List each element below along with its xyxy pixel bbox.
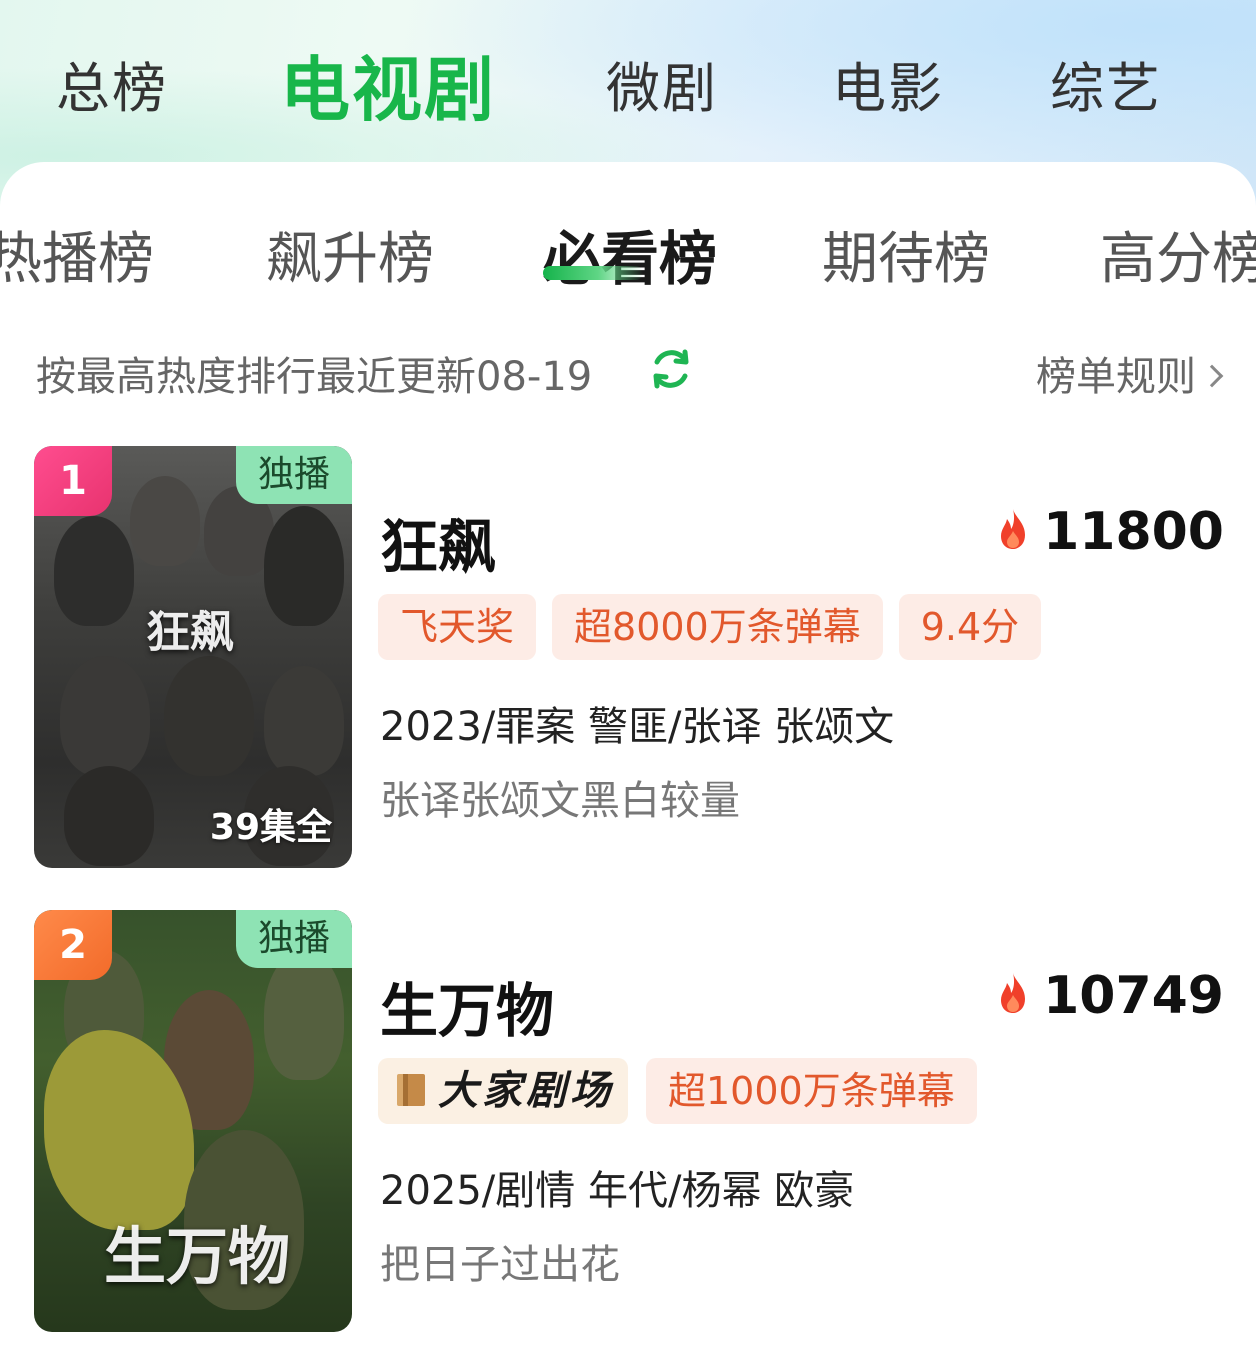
poster-title-text: 生万物 <box>104 1220 291 1293</box>
item-title[interactable]: 狂飙 <box>380 500 496 584</box>
active-tab-indicator <box>543 266 643 280</box>
sort-update-text: 按最高热度排行最近更新08-19 <box>36 354 593 400</box>
subtab-high-score[interactable]: 高分榜 <box>1100 214 1256 295</box>
item-meta: 2023/罪案 警匪/张译 张颂文 <box>380 704 895 750</box>
subtab-must-watch[interactable]: 必看榜 <box>543 212 717 296</box>
item-meta: 2025/剧情 年代/杨幂 欧豪 <box>380 1168 855 1214</box>
award-tag: 飞天奖 <box>378 594 537 660</box>
heat-value: 11800 <box>1043 502 1224 562</box>
danmaku-tag: 超8000万条弹幕 <box>552 594 883 660</box>
flame-icon <box>1001 973 1026 1013</box>
tab-movie[interactable]: 电影 <box>832 44 944 123</box>
tab-overall[interactable]: 总榜 <box>56 44 168 123</box>
exclusive-badge: 独播 <box>236 910 352 968</box>
tag-row: 大家剧场 超1000万条弹幕 <box>378 1058 993 1126</box>
theater-tag-label: 大家剧场 <box>438 1067 614 1114</box>
main-category-tabs: 总榜 电视剧 微剧 电影 综艺 <box>0 0 1256 160</box>
item-description: 张译张颂文黑白较量 <box>380 778 740 824</box>
poster-image[interactable]: 生万物 2 独播 <box>34 910 352 1332</box>
heat-score: 11800 <box>997 502 1224 562</box>
ranking-rules-label: 榜单规则 <box>1036 354 1196 400</box>
score-tag: 9.4分 <box>898 594 1042 660</box>
exclusive-badge: 独播 <box>236 446 352 504</box>
book-icon <box>397 1074 425 1106</box>
ranking-rules-link[interactable]: 榜单规则 <box>1036 344 1224 402</box>
ranking-panel: 热播榜 飙升榜 必看榜 期待榜 高分榜 按最高热度排行最近更新08-19 榜单规… <box>0 162 1256 1364</box>
theater-tag: 大家剧场 <box>378 1058 628 1124</box>
ranking-item[interactable]: 生万物 2 独播 生万物 10749 大家剧场 超1000万条弹幕 2025/剧… <box>34 910 1224 1334</box>
item-description: 把日子过出花 <box>380 1242 620 1288</box>
ranking-info-row: 按最高热度排行最近更新08-19 榜单规则 <box>36 344 1226 400</box>
ranking-item[interactable]: 狂飙 1 独播 39集全 狂飙 11800 飞天奖 超8000万条弹幕 9.4分 2… <box>34 446 1224 870</box>
tag-row: 飞天奖 超8000万条弹幕 9.4分 <box>378 594 1057 662</box>
rank-badge: 2 <box>34 910 112 980</box>
danmaku-tag: 超1000万条弹幕 <box>646 1058 977 1124</box>
heat-score: 10749 <box>997 966 1224 1026</box>
poster-image[interactable]: 狂飙 1 独播 39集全 <box>34 446 352 868</box>
rank-badge: 1 <box>34 446 112 516</box>
item-title[interactable]: 生万物 <box>380 964 554 1048</box>
heat-value: 10749 <box>1043 966 1224 1026</box>
flame-icon <box>1001 509 1026 549</box>
tab-micro-drama[interactable]: 微剧 <box>606 44 718 123</box>
episode-count: 39集全 <box>209 807 332 848</box>
subtab-hot[interactable]: 热播榜 <box>0 214 154 295</box>
subtab-anticipated[interactable]: 期待榜 <box>822 214 990 295</box>
chevron-right-icon <box>1200 364 1224 388</box>
subtab-rising[interactable]: 飙升榜 <box>266 214 434 295</box>
poster-title-text: 狂飙 <box>146 607 234 658</box>
tab-tv-series[interactable]: 电视剧 <box>280 34 496 135</box>
tab-variety[interactable]: 综艺 <box>1050 44 1162 123</box>
refresh-icon[interactable] <box>648 346 694 392</box>
